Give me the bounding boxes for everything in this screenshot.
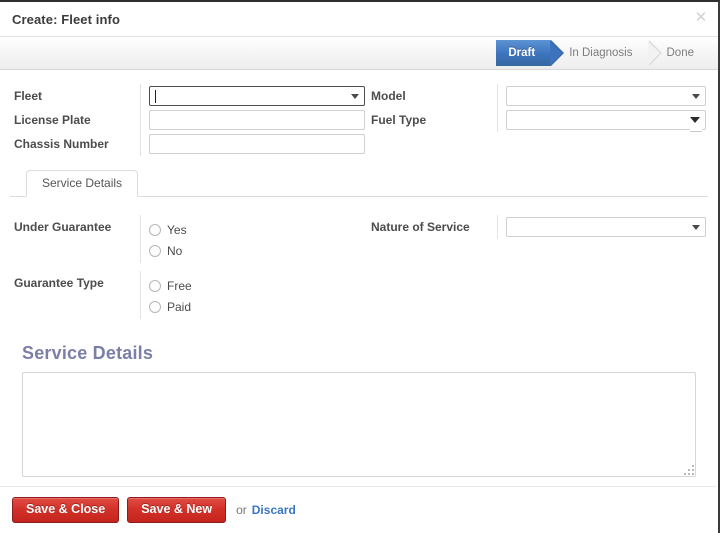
create-fleet-info-dialog: Create: Fleet info ✕ Draft In Diagnosis … — [0, 0, 720, 533]
header-form-grid: Fleet License Plate Chassis Number Model… — [0, 70, 718, 166]
chevron-down-icon — [692, 94, 700, 99]
radio-icon[interactable] — [149, 279, 161, 292]
fuel-type-select[interactable] — [506, 110, 706, 132]
fuel-type-select-value — [507, 111, 705, 131]
tab-panel-service-details: Under Guarantee Yes No Guarantee Type Fr… — [0, 197, 718, 477]
field-label-model: Model — [371, 89, 406, 103]
field-control-guarantee-type: Free Paid — [140, 271, 351, 319]
discard-link[interactable]: Discard — [252, 503, 296, 517]
license-plate-input[interactable] — [149, 110, 365, 130]
fleet-select-value — [150, 87, 364, 107]
form-sheet: Fleet License Plate Chassis Number Model… — [0, 70, 718, 477]
field-label-license-plate: License Plate — [14, 113, 91, 127]
section-title-service-details: Service Details — [22, 343, 154, 363]
notebook-tabbar: Service Details — [10, 170, 708, 197]
field-control-nature-of-service — [497, 215, 708, 239]
chevron-down-icon — [692, 225, 700, 230]
radio-label: Paid — [167, 299, 192, 314]
field-control-under-guarantee: Yes No — [140, 215, 351, 263]
field-label-fuel-type: Fuel Type — [371, 113, 427, 127]
form-column-left: Fleet License Plate Chassis Number — [10, 84, 365, 156]
field-label-under-guarantee: Under Guarantee — [14, 220, 112, 234]
service-details-textarea[interactable] — [22, 372, 696, 477]
radio-icon[interactable] — [149, 300, 161, 313]
model-select-value — [507, 87, 705, 107]
chevron-down-icon — [351, 94, 359, 99]
tab-form-grid: Under Guarantee Yes No Guarantee Type Fr… — [10, 207, 708, 319]
radio-label: Yes — [167, 222, 187, 237]
dialog-footer: Save & Close Save & New or Discard — [0, 486, 716, 533]
status-flow: Draft In Diagnosis Done — [496, 40, 710, 66]
radio-icon[interactable] — [149, 244, 161, 257]
field-row-chassis-number: Chassis Number — [10, 132, 365, 156]
status-step-draft[interactable]: Draft — [496, 40, 565, 66]
field-row-under-guarantee: Under Guarantee Yes No — [10, 215, 351, 263]
status-step-label: In Diagnosis — [569, 47, 633, 59]
radio-icon[interactable] — [149, 223, 161, 236]
chevron-down-icon — [690, 117, 700, 123]
status-step-label: Done — [666, 47, 695, 59]
field-control-model — [497, 84, 708, 108]
field-label-fleet: Fleet — [14, 89, 43, 103]
radio-option-no[interactable]: No — [149, 240, 351, 261]
field-row-guarantee-type: Guarantee Type Free Paid — [10, 271, 351, 319]
status-flow-bar: Draft In Diagnosis Done — [0, 36, 718, 70]
status-step-label: Draft — [508, 47, 536, 59]
radio-option-free[interactable]: Free — [149, 275, 351, 296]
nature-of-service-select[interactable] — [506, 217, 706, 237]
model-select[interactable] — [506, 86, 706, 106]
radio-label: No — [167, 243, 183, 258]
save-close-button[interactable]: Save & Close — [12, 497, 120, 523]
field-label-nature-of-service: Nature of Service — [371, 220, 470, 234]
radio-option-yes[interactable]: Yes — [149, 219, 351, 240]
tab-label: Service Details — [42, 176, 123, 190]
fleet-select[interactable] — [149, 86, 365, 106]
field-row-model: Model — [367, 84, 708, 108]
tab-service-details[interactable]: Service Details — [26, 170, 139, 197]
form-column-right: Model Fuel Type — [359, 84, 708, 156]
field-control-fuel-type — [497, 108, 708, 132]
nature-of-service-select-value — [507, 218, 705, 238]
save-new-button[interactable]: Save & New — [127, 497, 227, 523]
field-label-chassis-number: Chassis Number — [14, 137, 109, 151]
page-title: Create: Fleet info — [12, 11, 120, 27]
field-row-nature-of-service: Nature of Service — [367, 215, 708, 239]
field-row-license-plate: License Plate — [10, 108, 365, 132]
field-control-fleet — [140, 84, 365, 108]
under-guarantee-radio-group: Yes No — [149, 217, 351, 261]
guarantee-type-radio-group: Free Paid — [149, 273, 351, 317]
field-label-guarantee-type: Guarantee Type — [14, 276, 104, 290]
or-label: or — [236, 503, 247, 517]
field-control-license-plate — [140, 108, 365, 132]
tab-column-right: Nature of Service — [359, 215, 708, 319]
field-row-fuel-type: Fuel Type — [367, 108, 708, 132]
field-row-fleet: Fleet — [10, 84, 365, 108]
radio-label: Free — [167, 278, 192, 293]
service-details-textarea-wrap — [22, 372, 696, 477]
chassis-number-input[interactable] — [149, 134, 365, 154]
status-step-in-diagnosis[interactable]: In Diagnosis — [551, 40, 662, 66]
radio-option-paid[interactable]: Paid — [149, 296, 351, 317]
tab-column-left: Under Guarantee Yes No Guarantee Type Fr… — [10, 215, 359, 319]
close-icon[interactable]: ✕ — [694, 10, 708, 25]
dialog-titlebar: Create: Fleet info ✕ — [0, 2, 718, 36]
field-control-chassis-number — [140, 132, 365, 156]
